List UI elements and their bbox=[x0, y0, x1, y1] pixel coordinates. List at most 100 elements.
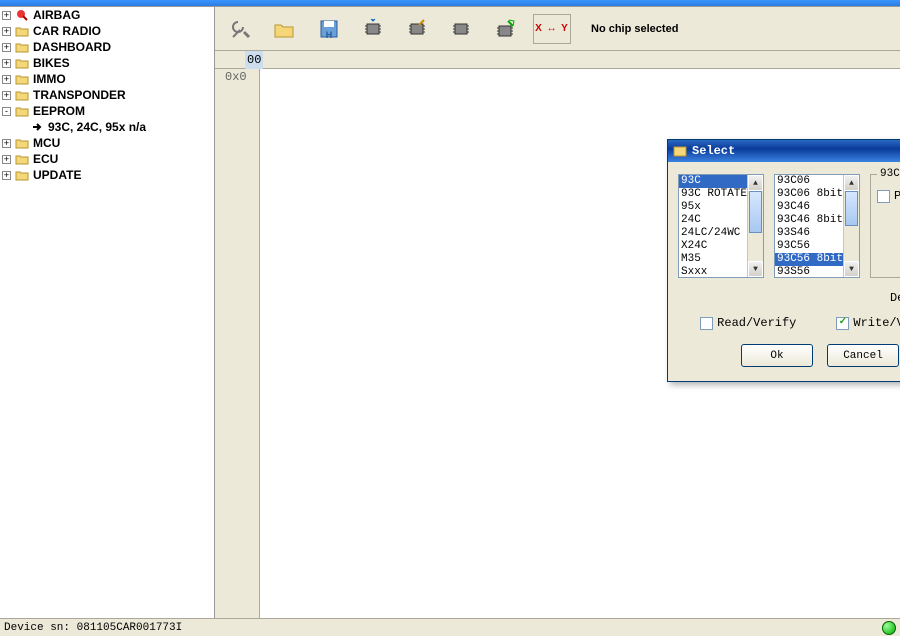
tree-item-label: 93C, 24C, 95x n/a bbox=[48, 120, 146, 134]
folder-icon bbox=[15, 137, 29, 149]
list-item[interactable]: Sxxx bbox=[679, 266, 747, 278]
scroll-up-icon[interactable]: ▲ bbox=[748, 175, 763, 191]
hex-column-header: 00 00 01 02 03 04 05 06 07 08 09 0A 0B 0… bbox=[215, 51, 900, 69]
list-item[interactable]: 24C bbox=[679, 214, 747, 227]
save-hex-icon[interactable]: H bbox=[309, 10, 349, 48]
folder-icon bbox=[15, 73, 29, 85]
expander-icon[interactable]: + bbox=[2, 171, 11, 180]
folder-icon bbox=[15, 105, 29, 117]
list-item[interactable]: 93C06 8bit bbox=[775, 188, 843, 201]
open-folder-icon[interactable] bbox=[265, 10, 305, 48]
expander-icon[interactable]: + bbox=[2, 155, 11, 164]
expander-icon[interactable]: + bbox=[2, 91, 11, 100]
scroll-up-icon[interactable]: ▲ bbox=[844, 175, 859, 191]
chip-read-icon[interactable] bbox=[353, 10, 393, 48]
device-tree[interactable]: +AIRBAG+CAR RADIO+DASHBOARD+BIKES+IMMO+T… bbox=[0, 7, 215, 618]
pin-red-icon bbox=[15, 9, 29, 21]
expander-icon[interactable]: + bbox=[2, 75, 11, 84]
folder-icon bbox=[15, 153, 29, 165]
ok-button[interactable]: Ok bbox=[741, 344, 813, 367]
xy-swap-button[interactable]: X ↔ Y bbox=[533, 14, 571, 44]
chip-alt-icon[interactable] bbox=[441, 10, 481, 48]
cancel-button[interactable]: Cancel bbox=[827, 344, 899, 367]
list-item[interactable]: 93C46 bbox=[775, 201, 843, 214]
expander-icon[interactable]: + bbox=[2, 43, 11, 52]
list-item[interactable]: M35 bbox=[679, 253, 747, 266]
scroll-thumb[interactable] bbox=[749, 191, 762, 233]
list-item[interactable]: 93C ROTATED bbox=[679, 188, 747, 201]
hex-editor[interactable]: 0x0 Select ✕ 93C93C ROTATED95x24C24LC/24… bbox=[215, 69, 900, 618]
list-item[interactable]: 93C46 8bit bbox=[775, 214, 843, 227]
tree-item-ecu[interactable]: +ECU bbox=[0, 151, 214, 167]
tree-item-label: TRANSPONDER bbox=[33, 88, 126, 102]
main-toolbar: H X ↔ Y No chip selected bbox=[215, 7, 900, 51]
chip-options-group: 93Cxx PE bbox=[870, 174, 900, 278]
arrow-icon bbox=[30, 121, 44, 133]
expander-icon[interactable]: + bbox=[2, 27, 11, 36]
scrollbar[interactable]: ▲ ▼ bbox=[747, 175, 763, 277]
chip-status-label: No chip selected bbox=[591, 23, 678, 35]
folder-icon bbox=[15, 41, 29, 53]
dialog-icon bbox=[672, 143, 688, 159]
readverify-checkbox[interactable] bbox=[700, 317, 713, 330]
dialog-titlebar[interactable]: Select ✕ bbox=[668, 140, 900, 162]
tree-item-bikes[interactable]: + BIKES bbox=[0, 55, 214, 71]
hex-gutter: 0x0 bbox=[215, 69, 260, 618]
tree-item-dashboard[interactable]: +DASHBOARD bbox=[0, 39, 214, 55]
list-item[interactable]: 93C56 8bit bbox=[775, 253, 843, 266]
list-item[interactable]: 93S46 bbox=[775, 227, 843, 240]
tree-item-label: UPDATE bbox=[33, 168, 81, 182]
tree-item-label: BIKES bbox=[33, 56, 70, 70]
device-listbox[interactable]: 93C0693C06 8bit93C4693C46 8bit93S4693C56… bbox=[774, 174, 860, 278]
expander-icon[interactable]: + bbox=[2, 139, 11, 148]
list-item[interactable]: 93C56 bbox=[775, 240, 843, 253]
tree-item-airbag[interactable]: + AIRBAG bbox=[0, 7, 214, 23]
readverify-label: Read/Verify bbox=[717, 316, 796, 330]
tree-item-label: AIRBAG bbox=[33, 8, 80, 22]
pe-checkbox[interactable] bbox=[877, 190, 890, 203]
status-text: Device sn: 081105CAR001773I bbox=[4, 622, 182, 634]
family-listbox[interactable]: 93C93C ROTATED95x24C24LC/24WCX24CM35Sxxx… bbox=[678, 174, 764, 278]
tree-item-label: MCU bbox=[33, 136, 60, 150]
writeverify-label: Write/Verify bbox=[853, 316, 900, 330]
hex-cursor-col: 00 bbox=[245, 51, 263, 69]
status-orb-icon bbox=[882, 621, 896, 635]
folder-icon bbox=[15, 25, 29, 37]
tree-item-label: IMMO bbox=[33, 72, 66, 86]
expander-icon[interactable]: + bbox=[2, 59, 11, 68]
tree-item-mcu[interactable]: + MCU bbox=[0, 135, 214, 151]
status-bar: Device sn: 081105CAR001773I bbox=[0, 618, 900, 636]
tools-icon[interactable] bbox=[221, 10, 261, 48]
tree-item-eeprom[interactable]: - EEPROM bbox=[0, 103, 214, 119]
folder-icon bbox=[15, 57, 29, 69]
list-item[interactable]: 95x bbox=[679, 201, 747, 214]
chip-write-icon[interactable] bbox=[397, 10, 437, 48]
scroll-down-icon[interactable]: ▼ bbox=[748, 261, 763, 277]
tree-item-label: EEPROM bbox=[33, 104, 85, 118]
expander-icon[interactable]: + bbox=[2, 11, 11, 20]
group-legend: 93Cxx bbox=[877, 168, 900, 180]
scroll-down-icon[interactable]: ▼ bbox=[844, 261, 859, 277]
tree-item-93c-24c-95x-n-a[interactable]: 93C, 24C, 95x n/a bbox=[0, 119, 214, 135]
tree-item-update[interactable]: + UPDATE bbox=[0, 167, 214, 183]
hex-first-addr: 0x0 bbox=[215, 69, 259, 85]
list-item[interactable]: 93S56 bbox=[775, 266, 843, 278]
list-item[interactable]: 93C06 bbox=[775, 175, 843, 188]
tree-item-label: CAR RADIO bbox=[33, 24, 101, 38]
folder-icon bbox=[15, 89, 29, 101]
pe-label: PE bbox=[894, 189, 900, 203]
scrollbar[interactable]: ▲ ▼ bbox=[843, 175, 859, 277]
chip-erase-icon[interactable] bbox=[485, 10, 525, 48]
list-item[interactable]: 24LC/24WC bbox=[679, 227, 747, 240]
list-item[interactable]: X24C bbox=[679, 240, 747, 253]
dialog-title-text: Select bbox=[692, 144, 735, 158]
expander-icon[interactable]: - bbox=[2, 107, 11, 116]
tree-item-immo[interactable]: + IMMO bbox=[0, 71, 214, 87]
tree-item-transponder[interactable]: + TRANSPONDER bbox=[0, 87, 214, 103]
list-item[interactable]: 93C bbox=[679, 175, 747, 188]
writeverify-checkbox[interactable] bbox=[836, 317, 849, 330]
folder-icon bbox=[15, 169, 29, 181]
tree-item-car-radio[interactable]: + CAR RADIO bbox=[0, 23, 214, 39]
select-dialog: Select ✕ 93C93C ROTATED95x24C24LC/24WCX2… bbox=[667, 139, 900, 382]
scroll-thumb[interactable] bbox=[845, 191, 858, 226]
